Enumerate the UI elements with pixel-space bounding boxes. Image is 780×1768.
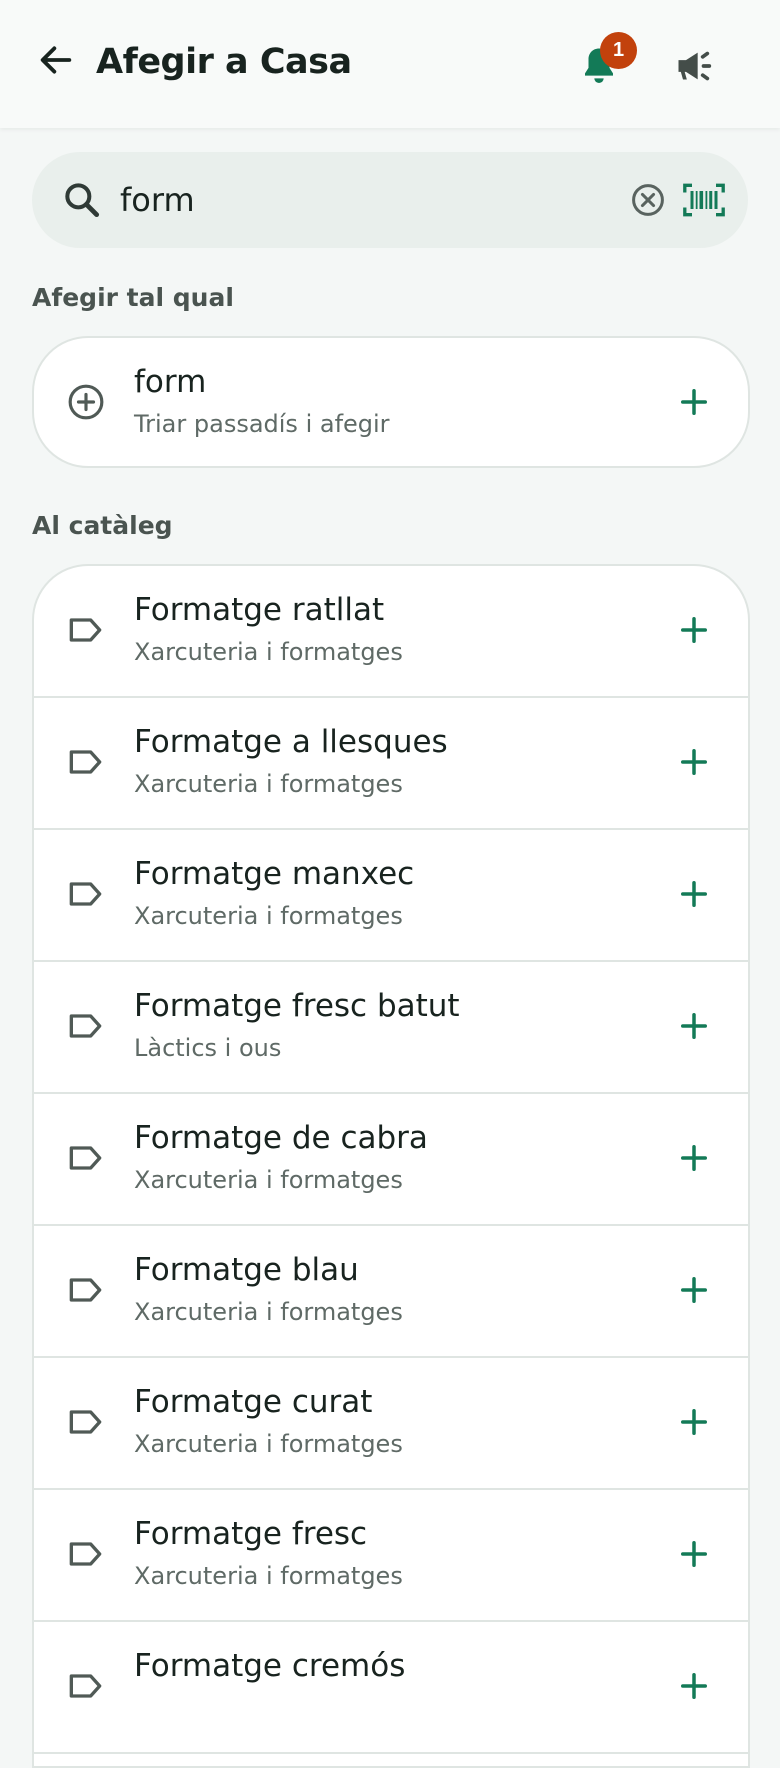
list-item[interactable]: Formatge blau Xarcuteria i formatges [34,1226,748,1358]
plus-icon [681,749,707,775]
item-subtitle: Xarcuteria i formatges [134,1166,403,1194]
list-item[interactable]: Formatge a llesques Xarcuteria i formatg… [34,698,748,830]
add-button[interactable] [672,1268,716,1312]
item-title: Formatge blau [134,1252,359,1288]
barcode-scan-button[interactable] [676,174,732,226]
plus-icon [681,1145,707,1171]
plus-icon [681,1013,707,1039]
item-subtitle: Xarcuteria i formatges [134,1298,403,1326]
tag-label-icon [69,750,102,774]
plus-icon [681,1541,707,1567]
arrow-left-icon [40,46,72,74]
section-label-as-is: Afegir tal qual [32,283,234,312]
item-title: Formatge manxec [134,856,415,892]
tag-label-icon [69,1410,102,1434]
add-button[interactable] [672,1664,716,1708]
list-item[interactable]: Formatge fresc Xarcuteria i formatges [34,1490,748,1622]
add-button[interactable] [672,872,716,916]
section-label-catalog: Al catàleg [32,511,173,540]
plus-icon [681,1277,707,1303]
item-subtitle: Xarcuteria i formatges [134,638,403,666]
plus-icon [681,1673,707,1699]
back-button[interactable] [30,34,82,86]
announcements-button[interactable] [668,40,724,92]
barcode-scan-icon [683,183,725,217]
add-button[interactable] [672,608,716,652]
tag-label-icon [69,1014,102,1038]
item-title: Formatge de cabra [134,1120,428,1156]
item-title: Formatge ratllat [134,592,385,628]
list-item[interactable]: Formatge de cabra Xarcuteria i formatges [34,1094,748,1226]
as-is-card: form Triar passadís i afegir [32,336,750,468]
item-subtitle: Xarcuteria i formatges [134,770,403,798]
megaphone-icon [678,51,712,81]
add-button[interactable] [672,1004,716,1048]
plus-icon [681,617,707,643]
tag-label-icon [69,1278,102,1302]
item-subtitle: Xarcuteria i formatges [134,1562,403,1590]
item-title: Formatge cremós [134,1648,406,1684]
plus-icon [681,1409,707,1435]
plus-circle-icon [68,384,104,420]
plus-icon [681,389,707,415]
tag-label-icon [69,1674,102,1698]
search-input[interactable] [118,176,620,224]
page-title: Afegir a Casa [96,42,352,82]
add-button[interactable] [672,740,716,784]
list-item[interactable]: Formatge curat Xarcuteria i formatges [34,1358,748,1490]
top-app-bar: Afegir a Casa 1 [0,0,780,128]
list-item[interactable]: Formatge cremós [34,1622,748,1754]
item-subtitle: Làctics i ous [134,1034,282,1062]
add-button[interactable] [672,1532,716,1576]
tag-label-icon [69,882,102,906]
add-button[interactable] [672,1136,716,1180]
notifications-button[interactable]: 1 [575,32,637,94]
item-title: Formatge curat [134,1384,373,1420]
item-title: form [134,364,207,400]
item-title: Formatge a llesques [134,724,448,760]
clear-circle-x-icon [632,184,664,216]
catalog-list: Formatge ratllat Xarcuteria i formatges … [32,564,750,1768]
add-button[interactable] [672,380,716,424]
item-title: Formatge fresc batut [134,988,460,1024]
item-subtitle: Xarcuteria i formatges [134,902,403,930]
item-subtitle: Xarcuteria i formatges [134,1430,403,1458]
search-icon [65,183,100,218]
list-item[interactable]: Formatge manxec Xarcuteria i formatges [34,830,748,962]
tag-label-icon [69,1146,102,1170]
tag-label-icon [69,1542,102,1566]
plus-icon [681,881,707,907]
list-item[interactable]: Formatge ratllat Xarcuteria i formatges [34,566,748,698]
clear-search-button[interactable] [622,174,674,226]
search-icon-wrapper [60,178,104,222]
search-bar [32,152,748,248]
notification-badge: 1 [600,32,637,69]
tag-label-icon [69,618,102,642]
list-item[interactable]: Formatge fresc batut Làctics i ous [34,962,748,1094]
add-button[interactable] [672,1400,716,1444]
item-title: Formatge fresc [134,1516,368,1552]
item-subtitle: Triar passadís i afegir [134,410,390,438]
add-as-is-item[interactable]: form Triar passadís i afegir [34,338,748,466]
